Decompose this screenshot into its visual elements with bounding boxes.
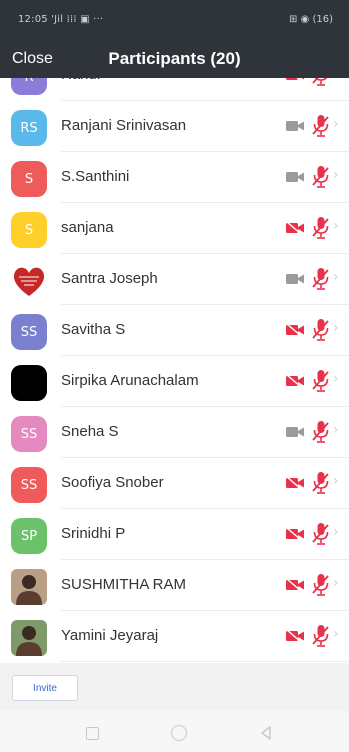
participant-name: SUSHMITHA RAM bbox=[61, 576, 187, 593]
chevron-right-icon: › bbox=[333, 422, 339, 438]
microphone-muted-icon bbox=[311, 318, 331, 342]
participant-name: Sneha S bbox=[61, 423, 119, 440]
chevron-right-icon: › bbox=[333, 269, 339, 285]
participant-name: S.Santhini bbox=[61, 168, 130, 185]
microphone-muted-icon bbox=[311, 165, 331, 189]
avatar bbox=[11, 263, 47, 299]
avatar bbox=[11, 620, 47, 656]
chevron-right-icon: › bbox=[333, 167, 339, 183]
avatar bbox=[11, 365, 47, 401]
participant-row[interactable]: Yamini Jeyaraj › bbox=[0, 611, 349, 662]
chevron-right-icon: › bbox=[333, 116, 339, 132]
participant-row[interactable]: S S.Santhini › bbox=[0, 152, 349, 203]
participant-name: Srinidhi P bbox=[61, 525, 126, 542]
system-nav-bar bbox=[0, 711, 349, 752]
avatar: R bbox=[11, 78, 47, 95]
participants-list[interactable]: R Rahul › RS Ranjani Srinivasan › S S.Santhini ›… bbox=[0, 78, 349, 663]
status-bar: 12:05 'Jil ⁞⁞⁞ ▣ ··· ⊞ ◉ (16) bbox=[0, 0, 349, 44]
microphone-muted-icon bbox=[311, 114, 331, 138]
chevron-right-icon: › bbox=[333, 320, 339, 336]
participant-row[interactable]: Ssanjana › bbox=[0, 203, 349, 254]
participant-name: Sirpika Arunachalam bbox=[61, 372, 199, 389]
microphone-muted-icon bbox=[311, 216, 331, 240]
microphone-muted-icon bbox=[311, 420, 331, 444]
avatar: SS bbox=[11, 467, 47, 503]
participant-name: Ranjani Srinivasan bbox=[61, 117, 187, 134]
avatar: S bbox=[11, 212, 47, 248]
microphone-muted-icon bbox=[311, 267, 331, 291]
video-camera-off-icon bbox=[286, 221, 304, 235]
participant-row[interactable]: SS Sneha S › bbox=[0, 407, 349, 458]
participant-name: Yamini Jeyaraj bbox=[61, 627, 159, 644]
video-camera-icon bbox=[286, 272, 304, 284]
video-camera-icon bbox=[286, 119, 304, 131]
microphone-muted-icon bbox=[311, 522, 331, 546]
participant-row[interactable]: RS Ranjani Srinivasan › bbox=[0, 101, 349, 152]
avatar bbox=[11, 569, 47, 605]
participant-name: Santra Joseph bbox=[61, 270, 158, 287]
row-divider bbox=[61, 661, 349, 662]
chevron-right-icon: › bbox=[333, 218, 339, 234]
video-camera-icon bbox=[286, 425, 304, 437]
chevron-right-icon: › bbox=[333, 78, 339, 81]
video-camera-off-icon bbox=[286, 578, 304, 592]
participant-row[interactable]: R Rahul › bbox=[0, 78, 349, 101]
avatar: RS bbox=[11, 110, 47, 146]
footer: Invite bbox=[0, 663, 349, 711]
chevron-right-icon: › bbox=[333, 575, 339, 591]
header: Close Participants (20) bbox=[0, 44, 349, 78]
recent-apps-icon[interactable] bbox=[86, 727, 99, 740]
video-camera-off-icon bbox=[286, 527, 304, 541]
avatar: SS bbox=[11, 416, 47, 452]
microphone-muted-icon bbox=[311, 369, 331, 393]
avatar: S bbox=[11, 161, 47, 197]
status-bar-right: ⊞ ◉ (16) bbox=[289, 14, 333, 25]
participant-name: Soofiya Snober bbox=[61, 474, 164, 491]
microphone-muted-icon bbox=[311, 624, 331, 648]
home-icon[interactable] bbox=[171, 725, 187, 741]
participant-row[interactable]: SUSHMITHA RAM › bbox=[0, 560, 349, 611]
avatar: SS bbox=[11, 314, 47, 350]
participant-row[interactable]: SP Srinidhi P › bbox=[0, 509, 349, 560]
avatar: SP bbox=[11, 518, 47, 554]
video-camera-off-icon bbox=[286, 78, 304, 82]
chevron-right-icon: › bbox=[333, 371, 339, 387]
participant-name: sanjana bbox=[61, 219, 114, 236]
invite-button[interactable]: Invite bbox=[12, 675, 78, 701]
chevron-right-icon: › bbox=[333, 524, 339, 540]
video-camera-off-icon bbox=[286, 476, 304, 490]
status-bar-left: 12:05 'Jil ⁞⁞⁞ ▣ ··· bbox=[18, 14, 104, 25]
microphone-muted-icon bbox=[311, 573, 331, 597]
participant-row[interactable]: SS Soofiya Snober › bbox=[0, 458, 349, 509]
video-camera-off-icon bbox=[286, 629, 304, 643]
participant-row[interactable]: Sirpika Arunachalam › bbox=[0, 356, 349, 407]
chevron-right-icon: › bbox=[333, 473, 339, 489]
participant-row[interactable]: Santra Joseph › bbox=[0, 254, 349, 305]
page-title: Participants (20) bbox=[108, 49, 241, 68]
participant-name: Savitha S bbox=[61, 321, 126, 338]
microphone-muted-icon bbox=[311, 471, 331, 495]
video-camera-off-icon bbox=[286, 323, 304, 337]
video-camera-icon bbox=[286, 170, 304, 182]
microphone-muted-icon bbox=[311, 78, 331, 87]
participant-name: Rahul bbox=[61, 78, 100, 83]
video-camera-off-icon bbox=[286, 374, 304, 388]
chevron-right-icon: › bbox=[333, 626, 339, 642]
participant-row[interactable]: SS Savitha S › bbox=[0, 305, 349, 356]
back-icon[interactable] bbox=[258, 725, 274, 741]
